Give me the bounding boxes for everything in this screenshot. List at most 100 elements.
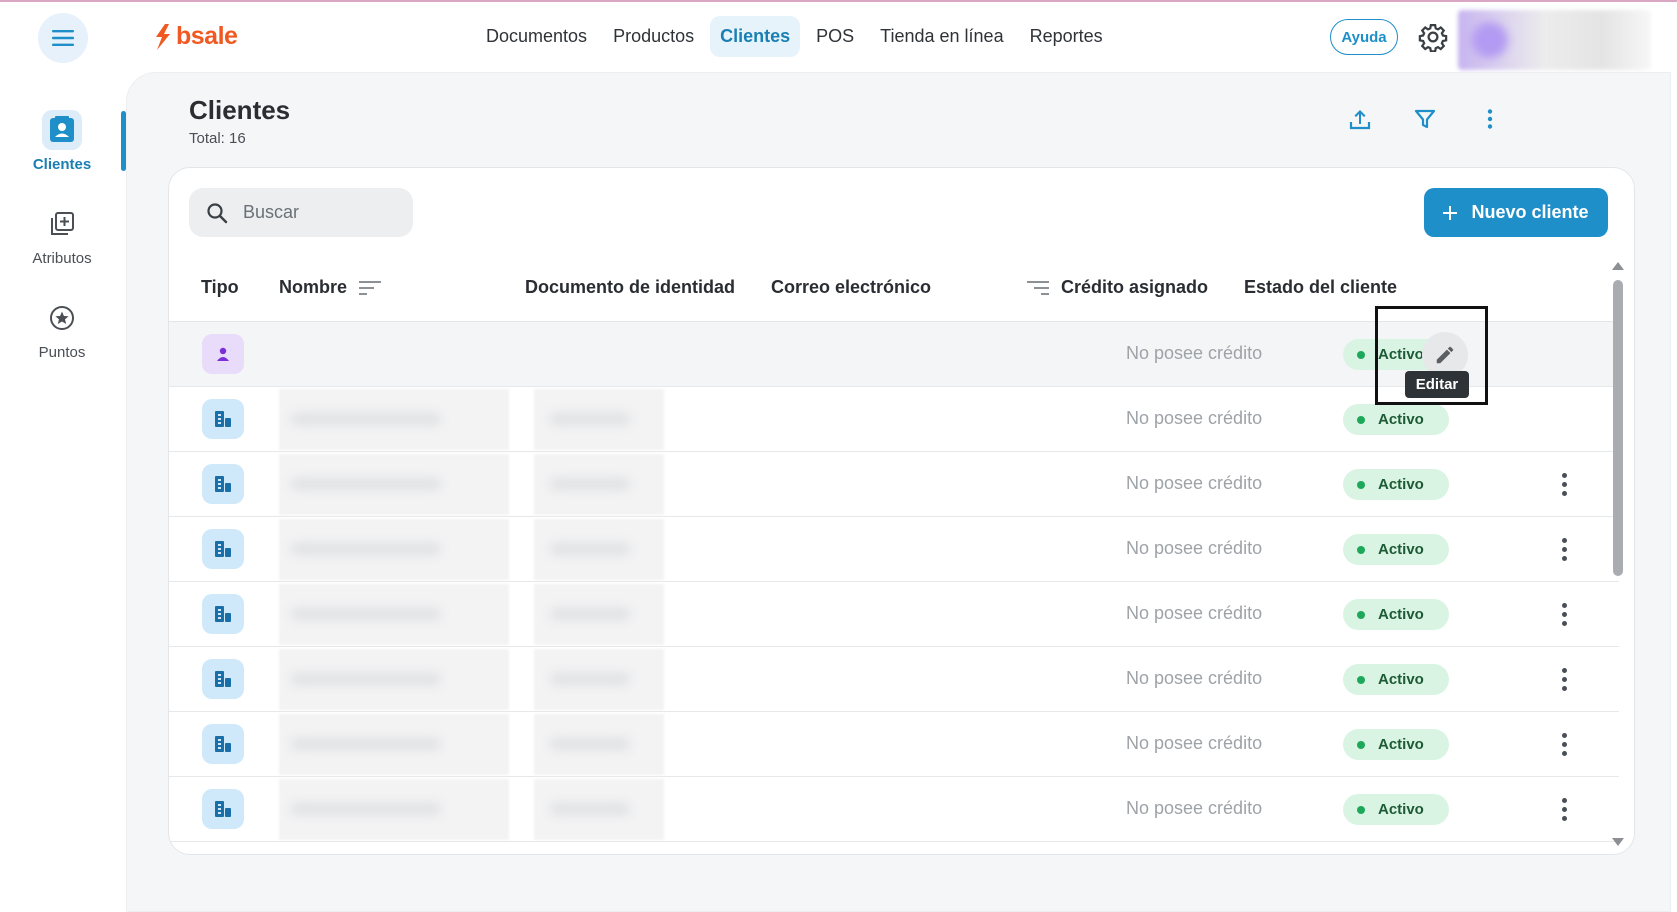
status-badge: Activo: [1343, 469, 1449, 500]
building-icon: [215, 541, 231, 557]
account-menu[interactable]: [1458, 10, 1651, 70]
status-badge: Activo: [1343, 729, 1449, 760]
status-dot: [1357, 545, 1365, 554]
nav-reportes[interactable]: Reportes: [1020, 16, 1113, 57]
star-circle-icon: [50, 306, 74, 330]
column-label: Estado del cliente: [1244, 277, 1398, 297]
sidebar-item-label: Puntos: [38, 344, 86, 361]
nav-tienda-en-linea[interactable]: Tienda en línea: [870, 16, 1013, 57]
more-options-button[interactable]: [1476, 105, 1504, 133]
pencil-icon: [1436, 346, 1454, 364]
filter-icon: [1414, 109, 1436, 129]
edit-tooltip: Editar: [1405, 371, 1469, 398]
table-row[interactable]: No posee crédito Activo: [169, 712, 1619, 777]
bsale-logo-icon: [156, 23, 170, 50]
status-text: Activo: [1378, 476, 1424, 493]
column-estado: Estado del cliente: [1244, 277, 1397, 298]
company-type-badge: [202, 529, 244, 569]
redacted-name: [279, 584, 509, 645]
contact-card-icon: [50, 116, 74, 142]
status-text: Activo: [1378, 606, 1424, 623]
plus-icon: [1443, 205, 1458, 220]
credit-value: No posee crédito: [1126, 343, 1263, 363]
status-badge: Activo: [1343, 534, 1449, 565]
sidebar-item-atributos[interactable]: Atributos: [0, 204, 124, 267]
status-text: Activo: [1378, 411, 1424, 428]
scroll-up-arrow[interactable]: [1612, 262, 1624, 270]
new-client-button[interactable]: Nuevo cliente: [1424, 188, 1608, 237]
table-row[interactable]: No posee crédito Activo: [169, 647, 1619, 712]
redacted-document: [534, 454, 664, 515]
table-row[interactable]: No posee crédito Activo: [169, 582, 1619, 647]
status-dot: [1357, 740, 1365, 749]
column-label: Documento de identidad: [525, 277, 736, 297]
column-label: Correo electrónico: [771, 277, 932, 297]
column-tipo: Tipo: [201, 277, 239, 298]
credit-value: No posee crédito: [1126, 473, 1263, 493]
credit-value: No posee crédito: [1126, 668, 1263, 688]
table-row[interactable]: No posee crédito Activo: [169, 452, 1619, 517]
settings-button[interactable]: [1418, 22, 1448, 53]
company-type-badge: [202, 659, 244, 699]
gear-icon: [1418, 24, 1448, 53]
nav-documentos[interactable]: Documentos: [476, 16, 597, 57]
row-actions-button[interactable]: [1554, 470, 1574, 498]
column-credito[interactable]: Crédito asignado: [1027, 277, 1208, 298]
status-text: Activo: [1378, 801, 1424, 818]
status-dot: [1357, 480, 1365, 489]
column-documento: Documento de identidad: [525, 277, 735, 298]
row-actions-button[interactable]: [1554, 600, 1574, 628]
status-badge: Activo: [1343, 404, 1449, 435]
column-label: Crédito asignado: [1061, 277, 1209, 297]
row-actions-button[interactable]: [1554, 665, 1574, 693]
row-actions-button[interactable]: [1554, 795, 1574, 823]
menu-button[interactable]: [38, 13, 88, 63]
status-badge: Activo: [1343, 599, 1449, 630]
search-input[interactable]: Buscar: [189, 188, 413, 237]
sort-icon[interactable]: [359, 280, 382, 296]
add-box-icon: [51, 212, 74, 235]
nav-clientes[interactable]: Clientes: [710, 16, 801, 57]
table-row[interactable]: No posee crédito Activo: [169, 517, 1619, 582]
status-dot: [1357, 805, 1365, 814]
row-actions-button[interactable]: [1554, 730, 1574, 758]
redacted-name: [279, 389, 509, 450]
sidebar-item-label: Atributos: [32, 250, 92, 267]
total-count: Total: 16: [189, 130, 246, 147]
sort-icon[interactable]: [1027, 280, 1049, 296]
scroll-down-arrow[interactable]: [1612, 838, 1624, 846]
status-dot: [1357, 610, 1365, 619]
search-icon: [207, 202, 228, 223]
redacted-document: [534, 389, 664, 450]
upload-icon: [1349, 110, 1371, 130]
redacted-name: [279, 779, 509, 840]
more-vertical-icon: [1487, 109, 1493, 129]
sidebar-item-clientes[interactable]: Clientes: [0, 110, 124, 173]
status-dot: [1357, 350, 1365, 359]
sidebar-item-label: Clientes: [32, 156, 92, 173]
sidebar-item-puntos[interactable]: Puntos: [0, 298, 124, 361]
credit-value: No posee crédito: [1126, 733, 1263, 753]
clients-table-card: Buscar Nuevo cliente Tipo Nombre Documen…: [168, 167, 1635, 855]
column-nombre[interactable]: Nombre: [279, 277, 382, 298]
nav-productos[interactable]: Productos: [603, 16, 704, 57]
help-button[interactable]: Ayuda: [1330, 19, 1398, 55]
building-icon: [215, 736, 231, 752]
status-dot: [1357, 415, 1365, 424]
main-nav: Documentos Productos Clientes POS Tienda…: [476, 16, 1113, 57]
filter-button[interactable]: [1411, 105, 1439, 133]
scrollbar-thumb[interactable]: [1613, 280, 1623, 576]
building-icon: [215, 476, 231, 492]
nav-pos[interactable]: POS: [806, 16, 864, 57]
column-label: Nombre: [279, 277, 348, 297]
credit-value: No posee crédito: [1126, 798, 1263, 818]
search-placeholder: Buscar: [243, 202, 300, 222]
table-row[interactable]: No posee crédito Activo: [169, 777, 1619, 842]
redacted-name: [279, 454, 509, 515]
company-type-badge: [202, 789, 244, 829]
bsale-logo[interactable]: bsale: [154, 22, 238, 51]
redacted-name: [279, 714, 509, 775]
row-actions-button[interactable]: [1554, 535, 1574, 563]
redacted-document: [534, 779, 664, 840]
export-button[interactable]: [1346, 105, 1374, 133]
